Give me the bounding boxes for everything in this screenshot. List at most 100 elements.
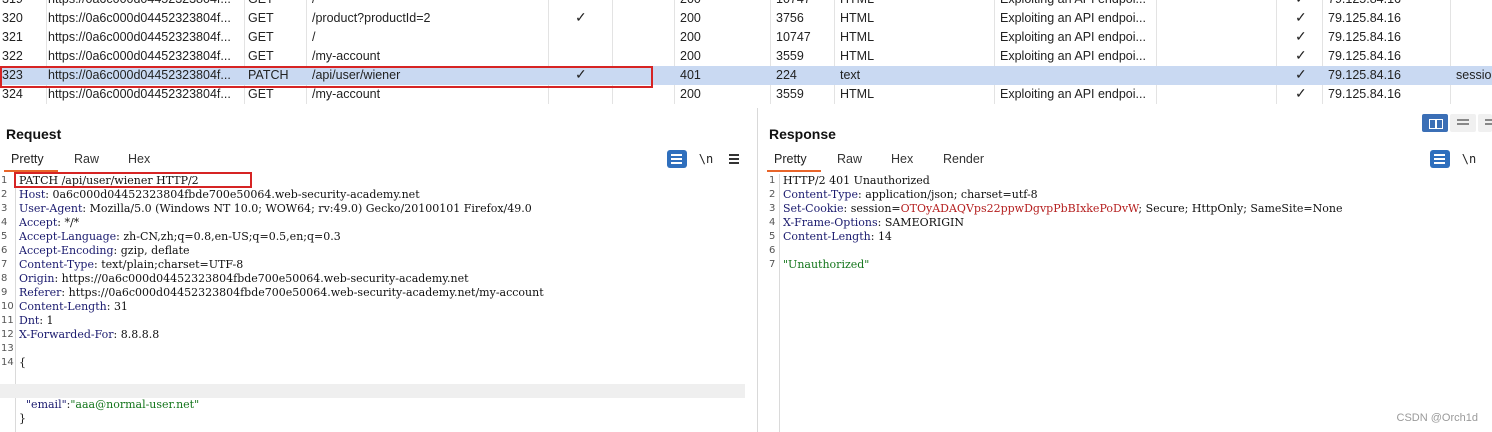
row-url: / [312, 30, 316, 44]
row-tls-check: ✓ [1295, 47, 1307, 63]
json-string: "Unauthorized" [783, 258, 870, 271]
split-horizontal-icon[interactable] [1422, 114, 1448, 132]
tab-raw[interactable]: Raw [837, 152, 862, 169]
proxy-history-table: 319 https://0a6c000d04452323804f... GET / 20… [0, 0, 1492, 104]
tab-hex[interactable]: Hex [128, 152, 150, 169]
response-editor[interactable]: 1 HTTP/2 401 Unauthorized 2 Content-Type: a… [758, 174, 1492, 432]
session-cookie-value: OTOyADAQVps22ppwDgvpPbBIxkePoDvW [900, 202, 1139, 215]
row-edited-check: ✓ [575, 9, 587, 25]
header-name: Origin [19, 272, 55, 285]
line-code: Accept-Language: zh-CN,zh;q=0.8,en-US;q=… [19, 230, 341, 243]
tab-raw[interactable]: Raw [74, 152, 99, 169]
line-number: 7 [769, 259, 776, 270]
line-code: "Unauthorized" [783, 258, 869, 272]
request-line: 13 [0, 342, 757, 356]
row-host: https://0a6c000d04452323804f... [48, 0, 231, 6]
header-value: https://0a6c000d04452323804fbde700e50064… [68, 286, 544, 299]
line-number: 5 [1, 231, 8, 242]
show-newlines-icon[interactable]: \n [696, 150, 716, 168]
header-value: { [19, 356, 26, 369]
request-tabs: Pretty Raw Hex [0, 152, 200, 172]
header-value: 1 [46, 314, 54, 327]
row-status: 401 [680, 68, 701, 82]
row-method: GET [248, 87, 274, 101]
line-number: 10 [1, 301, 14, 312]
response-tabs: Pretty Raw Hex Render [758, 152, 1058, 172]
row-length: 10747 [776, 0, 811, 6]
tab-pretty[interactable]: Pretty [774, 152, 807, 169]
response-line: 4 X-Frame-Options: SAMEORIGIN [758, 216, 1492, 230]
request-line: 6 Accept-Encoding: gzip, deflate [0, 244, 757, 258]
request-line: 11 Dnt: 1 [0, 314, 757, 328]
row-mime: HTML [840, 49, 875, 63]
header-value: session= [850, 202, 901, 215]
row-status: 200 [680, 11, 701, 25]
row-method: GET [248, 30, 274, 44]
row-title: Exploiting an API endpoi... [1000, 49, 1146, 63]
body-line: "email":"aaa@normal-user.net" [0, 370, 757, 411]
request-line: 2 Host: 0a6c000d04452323804fbde700e50064.… [0, 188, 757, 202]
line-number: 1 [769, 175, 776, 186]
row-title: Exploiting an API endpoi... [1000, 87, 1146, 101]
menu-icon[interactable] [724, 150, 744, 168]
line-code: Origin: https://0a6c000d04452323804fbde7… [19, 272, 469, 285]
response-title: Response [769, 126, 836, 142]
split-vertical-icon[interactable] [1450, 114, 1476, 132]
header-value: Mozilla/5.0 (Windows NT 10.0; WOW64; rv:… [89, 202, 532, 215]
row-method: GET [248, 49, 274, 63]
table-row[interactable]: 320 https://0a6c000d04452323804f... GET/pr… [0, 9, 1492, 28]
header-name: Accept-Encoding [19, 244, 114, 257]
line-number: 9 [1, 287, 8, 298]
tab-hex[interactable]: Hex [891, 152, 913, 169]
header-value: SAMEORIGIN [884, 216, 965, 229]
row-title: Exploiting an API endpoi... [1000, 11, 1146, 25]
tab-pretty[interactable]: Pretty [11, 152, 44, 169]
line-number: 6 [1, 245, 8, 256]
show-newlines-icon[interactable]: \n [1459, 150, 1479, 168]
request-title: Request [6, 126, 62, 142]
table-row[interactable]: 321 https://0a6c000d04452323804f... GET / 20… [0, 28, 1492, 47]
row-length: 224 [776, 68, 797, 82]
request-line: 9 Referer: https://0a6c000d04452323804fbd… [0, 286, 757, 300]
request-editor[interactable]: 1 PATCH /api/user/wiener HTTP/2 2 Host: 0a6… [0, 174, 757, 432]
row-url: /my-account [312, 87, 381, 101]
row-host: https://0a6c000d04452323804f... [48, 87, 231, 101]
table-row[interactable]: 319 https://0a6c000d04452323804f... GET / 20… [0, 0, 1492, 9]
row-status: 200 [680, 87, 701, 101]
request-line: 10 Content-Length: 31 [0, 300, 757, 314]
word-wrap-icon[interactable] [667, 150, 687, 168]
request-line: 5 Accept-Language: zh-CN,zh;q=0.8,en-US;q… [0, 230, 757, 244]
row-ip: 79.125.84.16 [1328, 0, 1401, 6]
tabs-layout-icon[interactable] [1478, 114, 1492, 132]
tab-render[interactable]: Render [943, 152, 984, 169]
row-mime: HTML [840, 87, 875, 101]
response-line: 5 Content-Length: 14 [758, 230, 1492, 244]
line-number: 5 [769, 231, 776, 242]
row-url: / [312, 0, 315, 6]
response-line: 1 HTTP/2 401 Unauthorized [758, 174, 1492, 188]
body-line: } [0, 384, 745, 425]
line-number: 6 [769, 245, 776, 256]
row-ip: 79.125.84.16 [1328, 87, 1401, 101]
line-number: 13 [1, 343, 14, 354]
row-status: 200 [680, 30, 701, 44]
header-name: Referer [19, 286, 62, 299]
word-wrap-icon[interactable] [1430, 150, 1450, 168]
line-code: Content-Type: application/json; charset=… [783, 188, 1038, 201]
line-code: Set-Cookie: session=OTOyADAQVps22ppwDgvp… [783, 202, 1343, 215]
row-number: 320 [2, 11, 23, 25]
header-name: Accept [19, 216, 58, 229]
cookie-attributes: ; Secure; HttpOnly; SameSite=None [1138, 202, 1343, 215]
line-code: Referer: https://0a6c000d04452323804fbde… [19, 286, 544, 299]
request-line: 4 Accept: */* [0, 216, 757, 230]
row-number: 321 [2, 30, 23, 44]
header-value: HTTP/2 401 Unauthorized [783, 174, 930, 187]
header-value: zh-CN,zh;q=0.8,en-US;q=0.5,en;q=0.3 [123, 230, 341, 243]
line-number: 2 [1, 189, 8, 200]
json-value: "aaa@normal-user.net" [70, 398, 200, 411]
table-row[interactable]: 322 https://0a6c000d04452323804f... GET/my… [0, 47, 1492, 66]
line-code: X-Forwarded-For: 8.8.8.8 [19, 328, 160, 341]
header-name: Set-Cookie [783, 202, 844, 215]
line-code: Host: 0a6c000d04452323804fbde700e50064.w… [19, 188, 420, 201]
selected-row-highlight-box [0, 66, 653, 88]
